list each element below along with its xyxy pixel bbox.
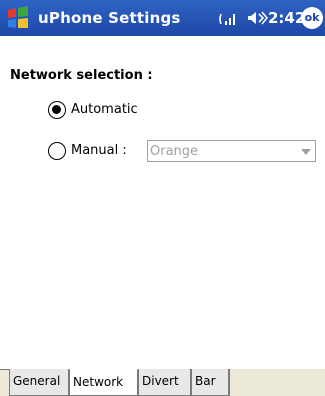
clock[interactable]: 2:42 <box>268 9 305 27</box>
speaker-icon[interactable] <box>246 10 269 26</box>
automatic-radio[interactable] <box>48 101 66 119</box>
operator-value: Orange <box>150 144 199 159</box>
operator-select[interactable]: Orange <box>147 140 316 162</box>
tab-general[interactable]: General <box>9 369 69 396</box>
section-title: Network selection : <box>10 68 153 83</box>
ok-button[interactable]: ok <box>301 7 323 29</box>
tab-bar[interactable]: Bar <box>191 369 229 396</box>
tab-strip: General Network Divert Bar <box>0 369 325 396</box>
windows-start-icon[interactable] <box>4 6 32 30</box>
manual-radio[interactable] <box>48 142 66 160</box>
tab-network[interactable]: Network <box>69 369 138 396</box>
tab-divert[interactable]: Divert <box>138 369 191 396</box>
title-bar: uPhone Settings 2:42 ok <box>0 0 325 36</box>
tab-strip-filler <box>229 369 325 396</box>
chevron-down-icon[interactable] <box>301 149 311 155</box>
app-title: uPhone Settings <box>38 9 181 27</box>
automatic-label[interactable]: Automatic <box>71 102 138 117</box>
signal-icon[interactable] <box>219 11 239 25</box>
manual-label[interactable]: Manual : <box>71 143 127 158</box>
radio-selected-dot <box>52 105 61 114</box>
